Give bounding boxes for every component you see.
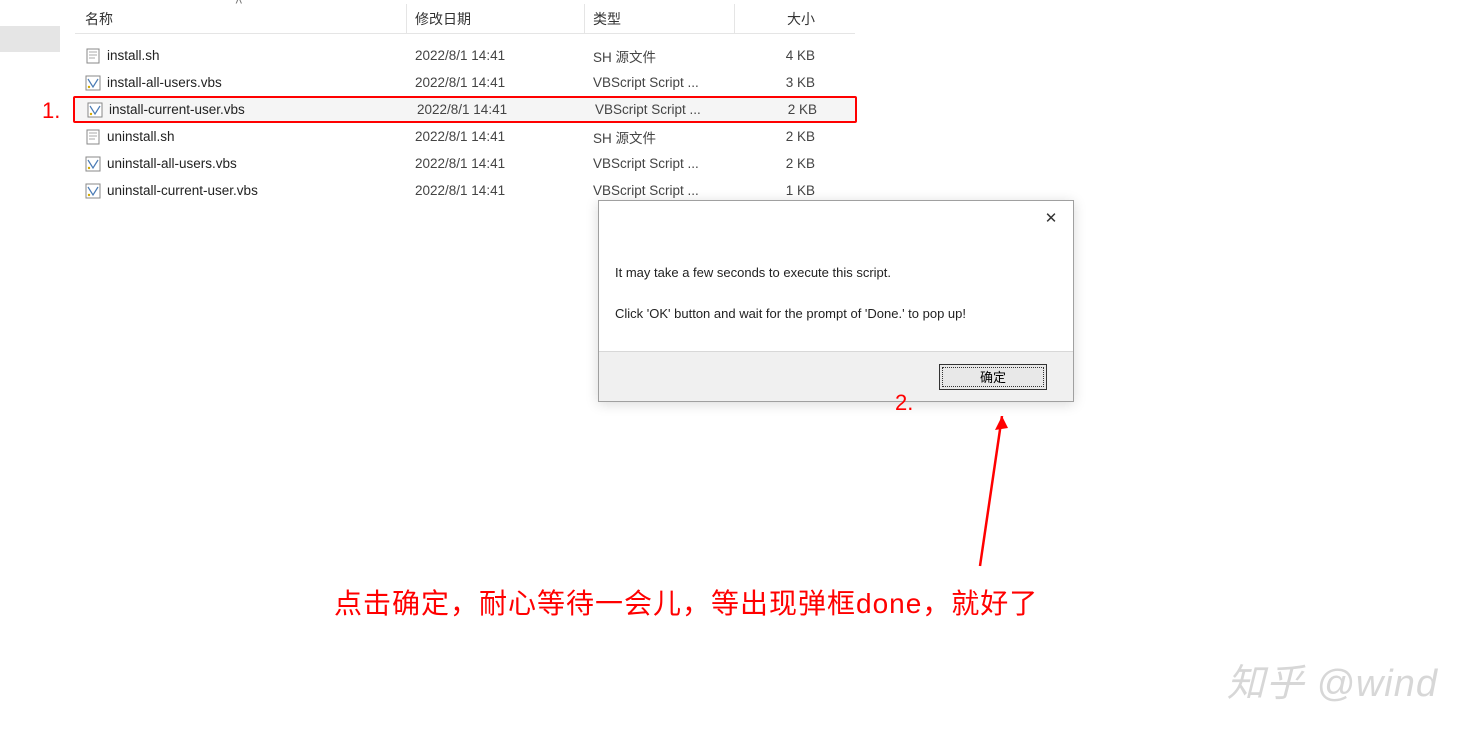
file-date: 2022/8/1 14:41	[407, 129, 585, 144]
watermark-text: 知乎 @wind	[1227, 652, 1438, 707]
file-type: VBScript Script ...	[585, 183, 735, 198]
file-size: 1 KB	[735, 183, 823, 198]
file-type: SH 源文件	[585, 127, 735, 147]
annotation-step-1: 1.	[42, 98, 60, 124]
file-row[interactable]: uninstall.sh 2022/8/1 14:41SH 源文件2 KB	[75, 123, 855, 150]
file-size: 2 KB	[735, 129, 823, 144]
file-name: uninstall-all-users.vbs	[107, 156, 237, 171]
dialog-titlebar[interactable]: ✕	[599, 201, 1073, 235]
file-size: 3 KB	[735, 75, 823, 90]
sidebar-tab	[0, 26, 60, 52]
ok-button-label: 确定	[980, 367, 1006, 386]
file-type: VBScript Script ...	[585, 156, 735, 171]
dialog-body: It may take a few seconds to execute thi…	[599, 235, 1073, 351]
file-date: 2022/8/1 14:41	[409, 102, 587, 117]
close-button[interactable]: ✕	[1029, 203, 1073, 233]
file-row[interactable]: install-all-users.vbs 2022/8/1 14:41VBScr…	[75, 69, 855, 96]
file-row[interactable]: install-current-user.vbs 2022/8/1 14:41VB…	[73, 96, 857, 123]
dialog-text-line-2: Click 'OK' button and wait for the promp…	[615, 306, 1057, 321]
file-name: uninstall-current-user.vbs	[107, 183, 258, 198]
file-size: 2 KB	[735, 156, 823, 171]
header-size[interactable]: 大小	[735, 4, 823, 33]
file-date: 2022/8/1 14:41	[407, 48, 585, 63]
file-type: VBScript Script ...	[585, 75, 735, 90]
file-name: install.sh	[107, 48, 160, 63]
annotation-step-2: 2.	[895, 390, 913, 416]
file-icon	[85, 156, 101, 172]
file-icon	[87, 102, 103, 118]
dialog-text-line-1: It may take a few seconds to execute thi…	[615, 265, 1057, 280]
sort-ascending-icon: ˄	[235, 0, 243, 8]
file-type: SH 源文件	[585, 46, 735, 66]
header-name-label: 名称	[85, 9, 113, 29]
ok-button[interactable]: 确定	[939, 364, 1047, 390]
column-headers[interactable]: 名称 ˄ 修改日期 类型 大小	[75, 4, 855, 34]
file-type: VBScript Script ...	[587, 102, 737, 117]
file-name: install-all-users.vbs	[107, 75, 222, 90]
header-date[interactable]: 修改日期	[407, 4, 585, 33]
dialog-footer: 确定	[599, 351, 1073, 401]
file-icon	[85, 75, 101, 91]
annotation-arrow-icon	[970, 416, 1030, 586]
annotation-instruction: 点击确定，耐心等待一会儿，等出现弹框done，就好了	[334, 582, 1038, 622]
file-row[interactable]: uninstall-all-users.vbs 2022/8/1 14:41VBS…	[75, 150, 855, 177]
close-icon: ✕	[1045, 209, 1058, 227]
message-dialog: ✕ It may take a few seconds to execute t…	[598, 200, 1074, 402]
file-icon	[85, 183, 101, 199]
file-icon	[85, 48, 101, 64]
file-size: 2 KB	[737, 102, 825, 117]
file-name: install-current-user.vbs	[109, 102, 245, 117]
header-type[interactable]: 类型	[585, 4, 735, 33]
file-name: uninstall.sh	[107, 129, 175, 144]
file-size: 4 KB	[735, 48, 823, 63]
file-date: 2022/8/1 14:41	[407, 183, 585, 198]
header-name[interactable]: 名称 ˄	[75, 4, 407, 33]
file-icon	[85, 129, 101, 145]
file-date: 2022/8/1 14:41	[407, 75, 585, 90]
file-row[interactable]: install.sh 2022/8/1 14:41SH 源文件4 KB	[75, 42, 855, 69]
file-date: 2022/8/1 14:41	[407, 156, 585, 171]
file-list: 名称 ˄ 修改日期 类型 大小 install.sh 2022/8/1 14:41…	[75, 4, 855, 204]
